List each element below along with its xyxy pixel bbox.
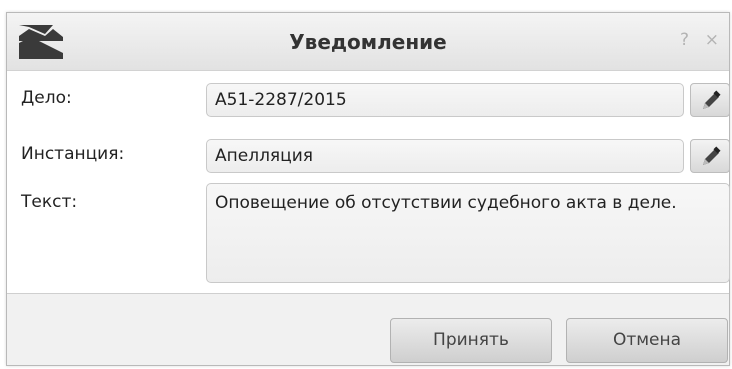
instance-label: Инстанция: xyxy=(21,144,125,164)
cancel-button[interactable]: Отмена xyxy=(566,318,728,363)
case-field[interactable]: А51-2287/2015 xyxy=(206,83,684,117)
title-bar[interactable]: Уведомление ? × xyxy=(7,13,729,71)
close-button[interactable]: × xyxy=(705,30,719,50)
text-label: Текст: xyxy=(21,192,78,212)
instance-field[interactable]: Апелляция xyxy=(206,139,684,173)
help-button[interactable]: ? xyxy=(680,30,689,50)
edit-case-button[interactable] xyxy=(690,83,730,117)
pencil-icon xyxy=(703,146,721,165)
notification-dialog: Уведомление ? × Дело: А51-2287/2015 Инст… xyxy=(6,12,730,366)
edit-instance-button[interactable] xyxy=(690,139,730,173)
dialog-title: Уведомление xyxy=(289,30,447,54)
text-area[interactable]: Оповещение об отсутствии судебного акта … xyxy=(206,183,730,283)
case-label: Дело: xyxy=(21,88,72,108)
accept-button[interactable]: Принять xyxy=(390,318,552,363)
pencil-icon xyxy=(703,90,721,109)
